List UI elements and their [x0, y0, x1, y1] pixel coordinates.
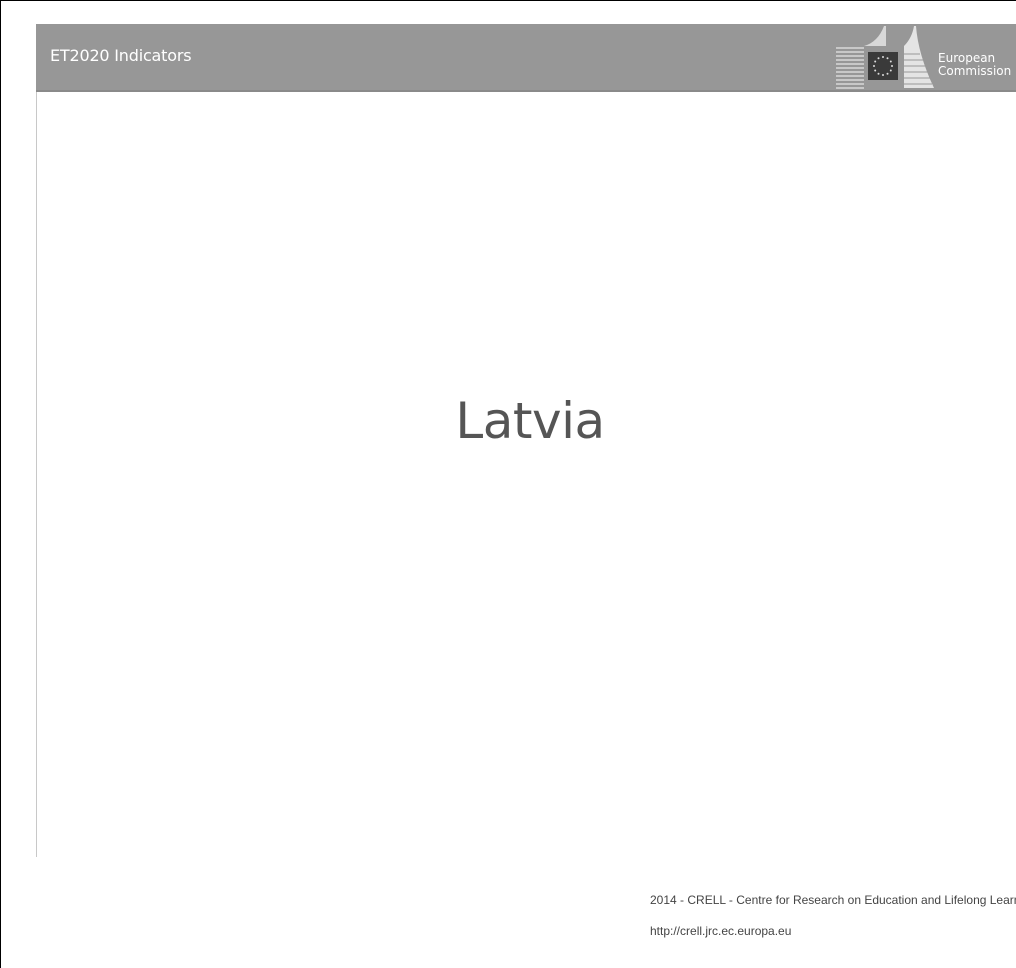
slide-title: Latvia	[455, 392, 605, 450]
footer-credit: 2014 - CRELL - Centre for Research on Ed…	[650, 893, 1016, 907]
european-commission-logo-icon	[836, 26, 934, 89]
frame-left-border	[0, 0, 1, 968]
european-commission-logo: European Commission	[834, 24, 1016, 90]
frame-top-border	[0, 0, 1016, 1]
header-title: ET2020 Indicators	[50, 46, 192, 65]
header-band: ET2020 Indicators European Commission	[36, 24, 1016, 92]
logo-text: European Commission	[938, 51, 1012, 78]
footer-url[interactable]: http://crell.jrc.ec.europa.eu	[650, 924, 791, 938]
content-left-rule	[36, 92, 37, 857]
